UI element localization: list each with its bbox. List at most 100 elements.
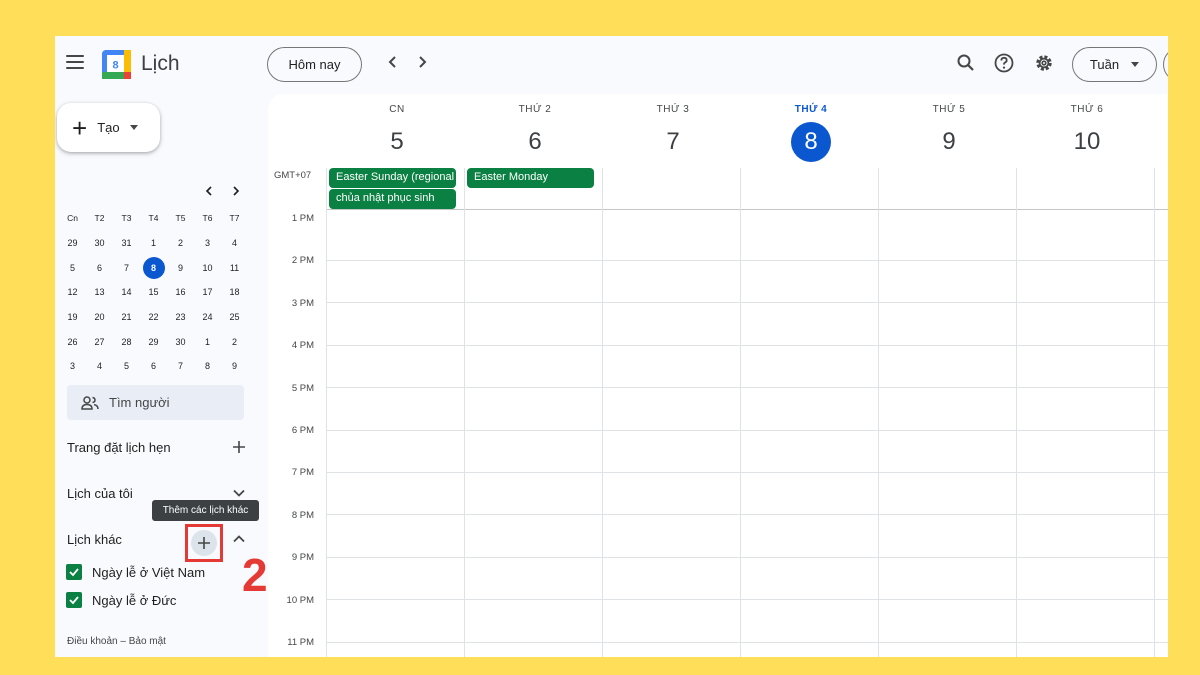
search-icon[interactable] xyxy=(955,52,977,74)
mini-cal-next-icon[interactable] xyxy=(229,184,243,198)
day-number[interactable]: 6 xyxy=(515,122,555,162)
day-column-divider xyxy=(464,168,465,657)
day-header[interactable]: CN 5 xyxy=(328,94,466,166)
mini-calendar-day[interactable]: 7 xyxy=(113,263,140,273)
chevron-up-icon[interactable] xyxy=(231,531,247,547)
all-day-event[interactable]: Easter Monday xyxy=(467,168,594,188)
terms-privacy-link[interactable]: Điều khoản – Bảo mật xyxy=(67,636,166,647)
calendar-item-label: Ngày lễ ở Việt Nam xyxy=(92,564,206,580)
chevron-down-icon xyxy=(1131,62,1140,67)
mini-calendar-day[interactable]: 9 xyxy=(167,263,194,273)
day-number[interactable]: 5 xyxy=(377,122,417,162)
mini-calendar-day[interactable]: 14 xyxy=(113,287,140,297)
prev-week-icon[interactable] xyxy=(385,54,401,70)
today-button[interactable]: Hôm nay xyxy=(267,47,362,82)
hour-gridline xyxy=(326,260,1168,261)
mini-calendar-day[interactable]: 9 xyxy=(221,361,248,371)
mini-calendar-day[interactable]: 4 xyxy=(221,238,248,248)
mini-calendar-day[interactable]: 30 xyxy=(86,238,113,248)
mini-calendar-day[interactable]: 6 xyxy=(86,263,113,273)
hour-label: 8 PM xyxy=(291,509,314,521)
mini-calendar-day[interactable]: 3 xyxy=(194,238,221,248)
mini-calendar-day[interactable]: 11 xyxy=(221,263,248,273)
add-other-calendars-bg xyxy=(191,530,217,556)
mini-calendar-day[interactable]: 20 xyxy=(86,312,113,322)
mini-calendar-day[interactable]: 18 xyxy=(221,287,248,297)
mini-calendar-day[interactable]: 1 xyxy=(194,337,221,347)
mini-calendar-day[interactable]: 7 xyxy=(167,361,194,371)
mini-calendar-weekday: T3 xyxy=(121,213,132,224)
my-calendars-row[interactable]: Lịch của tôi xyxy=(67,485,247,501)
mini-calendar-day[interactable]: 30 xyxy=(167,337,194,347)
day-number[interactable]: 9 xyxy=(929,122,969,162)
create-button[interactable]: + Tạo xyxy=(57,103,160,152)
day-column-divider xyxy=(1154,168,1155,657)
add-booking-page-icon[interactable] xyxy=(231,439,247,455)
mini-calendar-weekday: T7 xyxy=(229,213,240,224)
mini-calendar-day[interactable]: 2 xyxy=(167,238,194,248)
day-number[interactable]: 10 xyxy=(1067,122,1107,162)
next-week-icon[interactable] xyxy=(414,54,430,70)
mini-calendar-day[interactable]: 12 xyxy=(59,287,86,297)
calendar-item-vietnam-holidays[interactable]: Ngày lễ ở Việt Nam xyxy=(66,564,205,580)
hour-gridline xyxy=(326,472,1168,473)
mini-calendar-day[interactable]: 19 xyxy=(59,312,86,322)
settings-gear-icon[interactable] xyxy=(1033,52,1055,74)
mini-calendar-day[interactable]: 16 xyxy=(167,287,194,297)
mini-calendar-day[interactable]: 29 xyxy=(59,238,86,248)
day-header[interactable]: THỨ 5 9 xyxy=(880,94,1018,166)
all-day-event[interactable]: chủa nhật phục sinh xyxy=(329,189,456,209)
mini-calendar-weekday-row: Cn T2 T3 T4 T5 T6 T7 xyxy=(59,206,249,231)
checkbox-checked-icon[interactable] xyxy=(66,564,82,580)
booking-pages-row[interactable]: Trang đặt lịch hẹn xyxy=(67,439,247,455)
add-other-calendars-button[interactable] xyxy=(185,524,223,562)
mini-calendar-day[interactable]: 21 xyxy=(113,312,140,322)
cropped-header-button[interactable] xyxy=(1163,47,1168,82)
help-icon[interactable] xyxy=(993,52,1015,74)
mini-calendar-day[interactable]: 4 xyxy=(86,361,113,371)
day-number[interactable]: 8 xyxy=(791,122,831,162)
mini-calendar-day[interactable]: 17 xyxy=(194,287,221,297)
mini-calendar-day-today[interactable]: 8 xyxy=(140,256,167,279)
mini-calendar-day[interactable]: 31 xyxy=(113,238,140,248)
mini-calendar-day[interactable]: 25 xyxy=(221,312,248,322)
day-column-divider xyxy=(602,168,603,657)
day-header[interactable]: THỨ 6 10 xyxy=(1018,94,1156,166)
day-header[interactable]: THỨ 3 7 xyxy=(604,94,742,166)
mini-calendar-day[interactable]: 5 xyxy=(113,361,140,371)
day-header[interactable]: THỨ 2 6 xyxy=(466,94,604,166)
mini-calendar-week: 3456789 xyxy=(59,354,249,379)
view-selector-button[interactable]: Tuần xyxy=(1072,47,1157,82)
mini-calendar-day[interactable]: 8 xyxy=(194,361,221,371)
main-menu-icon[interactable] xyxy=(66,55,84,69)
chevron-down-icon[interactable] xyxy=(231,485,247,501)
mini-calendar-day[interactable]: 5 xyxy=(59,263,86,273)
mini-cal-prev-icon[interactable] xyxy=(202,184,216,198)
mini-calendar-weekday: T5 xyxy=(175,213,186,224)
day-of-week-label: THỨ 4 xyxy=(794,104,828,115)
mini-calendar-week: 26 27 28 29 30 1 2 xyxy=(59,329,249,354)
mini-calendar-day[interactable]: 28 xyxy=(113,337,140,347)
hour-label: 7 PM xyxy=(291,467,314,479)
all-day-event[interactable]: Easter Sunday (regional holiday) xyxy=(329,168,456,188)
checkbox-checked-icon[interactable] xyxy=(66,592,82,608)
people-search-input[interactable]: Tìm người xyxy=(67,385,244,420)
mini-calendar-day[interactable]: 3 xyxy=(59,361,86,371)
mini-calendar-day[interactable]: 22 xyxy=(140,312,167,322)
mini-calendar-day[interactable]: 10 xyxy=(194,263,221,273)
mini-calendar-day[interactable]: 2 xyxy=(221,337,248,347)
mini-calendar-day[interactable]: 23 xyxy=(167,312,194,322)
mini-calendar-day[interactable]: 13 xyxy=(86,287,113,297)
mini-calendar-day[interactable]: 27 xyxy=(86,337,113,347)
mini-calendar-day[interactable]: 24 xyxy=(194,312,221,322)
mini-calendar-day[interactable]: 15 xyxy=(140,287,167,297)
mini-calendar-today-number: 8 xyxy=(142,256,165,279)
day-header-today[interactable]: THỨ 4 8 xyxy=(742,94,880,166)
mini-calendar-day[interactable]: 29 xyxy=(140,337,167,347)
calendar-item-germany-holidays[interactable]: Ngày lễ ở Đức xyxy=(66,592,176,608)
mini-calendar-day[interactable]: 26 xyxy=(59,337,86,347)
day-of-week-label: THỨ 3 xyxy=(656,104,690,115)
day-number[interactable]: 7 xyxy=(653,122,693,162)
mini-calendar-day[interactable]: 1 xyxy=(140,238,167,248)
mini-calendar-day[interactable]: 6 xyxy=(140,361,167,371)
